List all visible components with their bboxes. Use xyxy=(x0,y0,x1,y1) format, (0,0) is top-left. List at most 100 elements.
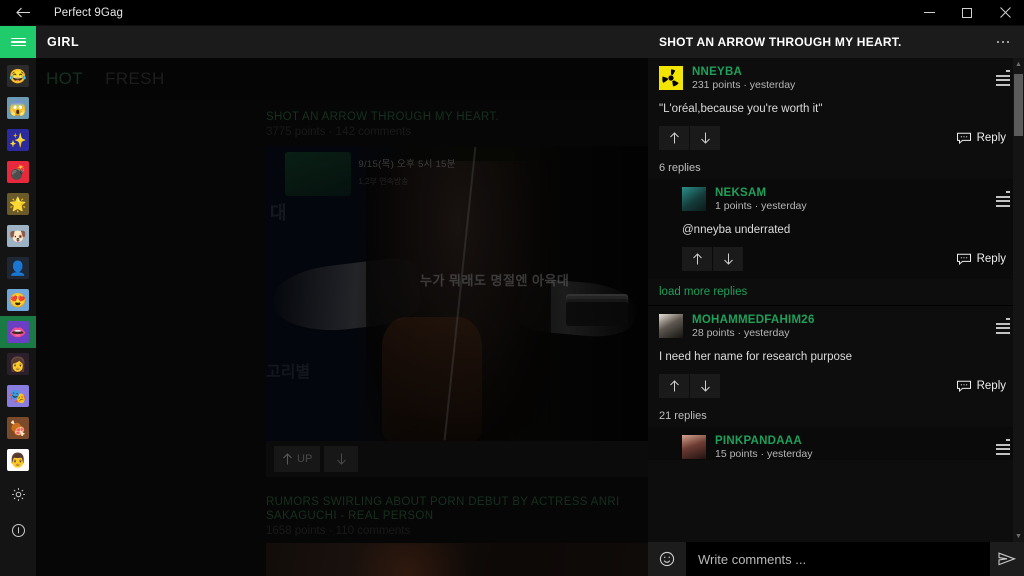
comment-text: I need her name for research purpose xyxy=(659,351,853,363)
sidebar-item-funny[interactable]: 😂 xyxy=(0,60,36,92)
comment-menu-icon[interactable] xyxy=(984,66,1010,88)
arrow-up-icon[interactable] xyxy=(659,374,689,398)
tab-hot[interactable]: HOT xyxy=(46,69,83,89)
sidebar-item-anime-icon: 👩 xyxy=(7,353,29,375)
comment-meta: 28 points · yesterday xyxy=(692,327,790,339)
post-upvote-button[interactable]: UP xyxy=(274,446,321,472)
sidebar-item-gif[interactable]: 🌟 xyxy=(0,188,36,220)
radioactive-icon[interactable] xyxy=(659,66,683,90)
comment-header: NNEYBA 231 points · yesterday xyxy=(659,66,1010,91)
app-title: Perfect 9Gag xyxy=(54,6,123,19)
arrow-up-icon[interactable] xyxy=(659,126,689,150)
feed-header: GIRL xyxy=(36,26,648,58)
scroll-up-icon[interactable]: ▲ xyxy=(1013,58,1024,70)
avatar-pinkpandaaa[interactable] xyxy=(682,435,706,459)
comment-actions: Reply xyxy=(659,126,1010,158)
post-header: SHOT AN ARROW THROUGH MY HEART. 3775 poi… xyxy=(36,104,648,146)
hamburger-menu-icon[interactable] xyxy=(0,26,36,58)
sidebar-item-celebrity[interactable]: 👤 xyxy=(0,252,36,284)
comment-username[interactable]: NEKSAM xyxy=(715,187,984,199)
load-more-replies-button[interactable]: load more replies xyxy=(648,279,1024,305)
comments-list[interactable]: NNEYBA 231 points · yesterday "L'oréal,bec… xyxy=(648,58,1024,542)
sidebar-item-anime[interactable]: 👩 xyxy=(0,348,36,380)
minimize-button[interactable] xyxy=(910,0,948,26)
comment-text-input[interactable] xyxy=(698,551,990,567)
avatar-mohammedfahim26[interactable] xyxy=(659,314,683,338)
sidebar-item-list: 😂 😱 ✨ 💣 🌟 🐶 👤 😍 👄 👩 🎭 🍖 👨 xyxy=(0,58,36,476)
feed-tabs: HOT FRESH xyxy=(36,58,648,100)
comment-username[interactable]: PINKPANDAAA xyxy=(715,435,984,447)
scrollbar-thumb[interactable] xyxy=(1014,74,1023,136)
sidebar-item-food[interactable]: 🍖 xyxy=(0,412,36,444)
close-button[interactable] xyxy=(986,0,1024,26)
sidebar-item-savage[interactable]: 😍 xyxy=(0,284,36,316)
comment-menu-icon[interactable] xyxy=(984,187,1010,209)
feed-post: RUMORS SWIRLING ABOUT PORN DEBUT BY ACTR… xyxy=(36,481,648,576)
post-header: RUMORS SWIRLING ABOUT PORN DEBUT BY ACTR… xyxy=(36,481,648,543)
reply-button[interactable]: Reply xyxy=(956,132,1010,144)
comment-meta: 1 points · yesterday xyxy=(715,200,807,212)
feed-post: SHOT AN ARROW THROUGH MY HEART. 3775 poi… xyxy=(36,104,648,477)
replies-count-label[interactable]: 21 replies xyxy=(648,406,1024,427)
comment-item: MOHAMMEDFAHIM26 28 points · yesterday I ne… xyxy=(648,306,1024,406)
maximize-button[interactable] xyxy=(948,0,986,26)
comment-text: @nneyba underrated xyxy=(682,224,791,236)
arrow-down-icon[interactable] xyxy=(690,374,720,398)
comment-actions: Reply xyxy=(659,374,1010,406)
sidebar: 😂 😱 ✨ 💣 🌟 🐶 👤 😍 👄 👩 🎭 🍖 👨 xyxy=(0,26,36,576)
sidebar-item-nsfw[interactable]: 💣 xyxy=(0,156,36,188)
arrow-down-icon[interactable] xyxy=(690,126,720,150)
comment-identity: NNEYBA 231 points · yesterday xyxy=(692,66,984,91)
comment-text: "L'oréal,because you're worth it" xyxy=(659,103,823,115)
post-image[interactable] xyxy=(266,543,648,576)
comment-username[interactable]: MOHAMMEDFAHIM26 xyxy=(692,314,984,326)
comment-item: NNEYBA 231 points · yesterday "L'oréal,bec… xyxy=(648,58,1024,158)
ellipsis-icon[interactable] xyxy=(986,27,1020,57)
comment-input-field[interactable] xyxy=(686,542,990,576)
sidebar-item-comic[interactable]: 🎭 xyxy=(0,380,36,412)
sidebar-item-cute-icon: 🐶 xyxy=(7,225,29,247)
avatar-neksam[interactable] xyxy=(682,187,706,211)
feed-category-label: GIRL xyxy=(47,35,80,49)
comments-scrollbar[interactable]: ▲ ▼ xyxy=(1013,58,1024,542)
arrow-up-icon[interactable] xyxy=(682,247,712,271)
comment-identity: NEKSAM 1 points · yesterday xyxy=(715,187,984,212)
comment-reply-item: NEKSAM 1 points · yesterday @nneyba underr… xyxy=(648,179,1024,279)
sidebar-item-celebrity-icon: 👤 xyxy=(7,257,29,279)
comment-identity: PINKPANDAAA 15 points · yesterday xyxy=(715,435,984,460)
reply-button[interactable]: Reply xyxy=(956,253,1010,265)
post-downvote-button[interactable] xyxy=(324,446,359,472)
reply-button[interactable]: Reply xyxy=(956,380,1010,392)
post-image[interactable]: 대 고리별 9/15(목) 오후 5시 15분 1,2부 연속방송 누가 뭐래도… xyxy=(266,146,648,441)
replies-count-label[interactable]: 6 replies xyxy=(648,158,1024,179)
comment-meta: 15 points · yesterday xyxy=(715,448,813,460)
back-arrow-icon[interactable] xyxy=(0,0,46,26)
tab-fresh[interactable]: FRESH xyxy=(105,69,165,89)
sidebar-item-cute[interactable]: 🐶 xyxy=(0,220,36,252)
comment-header: MOHAMMEDFAHIM26 28 points · yesterday xyxy=(659,314,1010,339)
comment-menu-icon[interactable] xyxy=(984,314,1010,336)
send-icon[interactable] xyxy=(990,542,1024,576)
sidebar-item-awesome[interactable]: ✨ xyxy=(0,124,36,156)
reply-label: Reply xyxy=(976,253,1006,265)
emoji-icon[interactable] xyxy=(648,542,686,576)
gear-icon[interactable] xyxy=(0,476,36,512)
post-title[interactable]: RUMORS SWIRLING ABOUT PORN DEBUT BY ACTR… xyxy=(266,495,648,523)
sidebar-item-food-icon: 🍖 xyxy=(7,417,29,439)
arrow-down-icon[interactable] xyxy=(713,247,743,271)
feed-scroll-area[interactable]: SHOT AN ARROW THROUGH MY HEART. 3775 poi… xyxy=(36,104,648,576)
comment-menu-icon[interactable] xyxy=(984,435,1010,457)
post-image-dim-overlay xyxy=(266,146,648,441)
comments-title: SHOT AN ARROW THROUGH MY HEART. xyxy=(659,35,902,49)
comment-header: NEKSAM 1 points · yesterday xyxy=(682,187,1010,212)
sidebar-item-girl[interactable]: 👄 xyxy=(0,316,36,348)
post-title[interactable]: SHOT AN ARROW THROUGH MY HEART. xyxy=(266,110,648,124)
comment-meta: 231 points · yesterday xyxy=(692,79,796,91)
sidebar-item-profile[interactable]: 👨 xyxy=(0,444,36,476)
info-icon[interactable] xyxy=(0,512,36,548)
comment-username[interactable]: NNEYBA xyxy=(692,66,984,78)
comment-actions: Reply xyxy=(682,247,1010,279)
sidebar-item-wtf[interactable]: 😱 xyxy=(0,92,36,124)
sidebar-item-nsfw-icon: 💣 xyxy=(7,161,29,183)
scroll-down-icon[interactable]: ▼ xyxy=(1013,530,1024,542)
